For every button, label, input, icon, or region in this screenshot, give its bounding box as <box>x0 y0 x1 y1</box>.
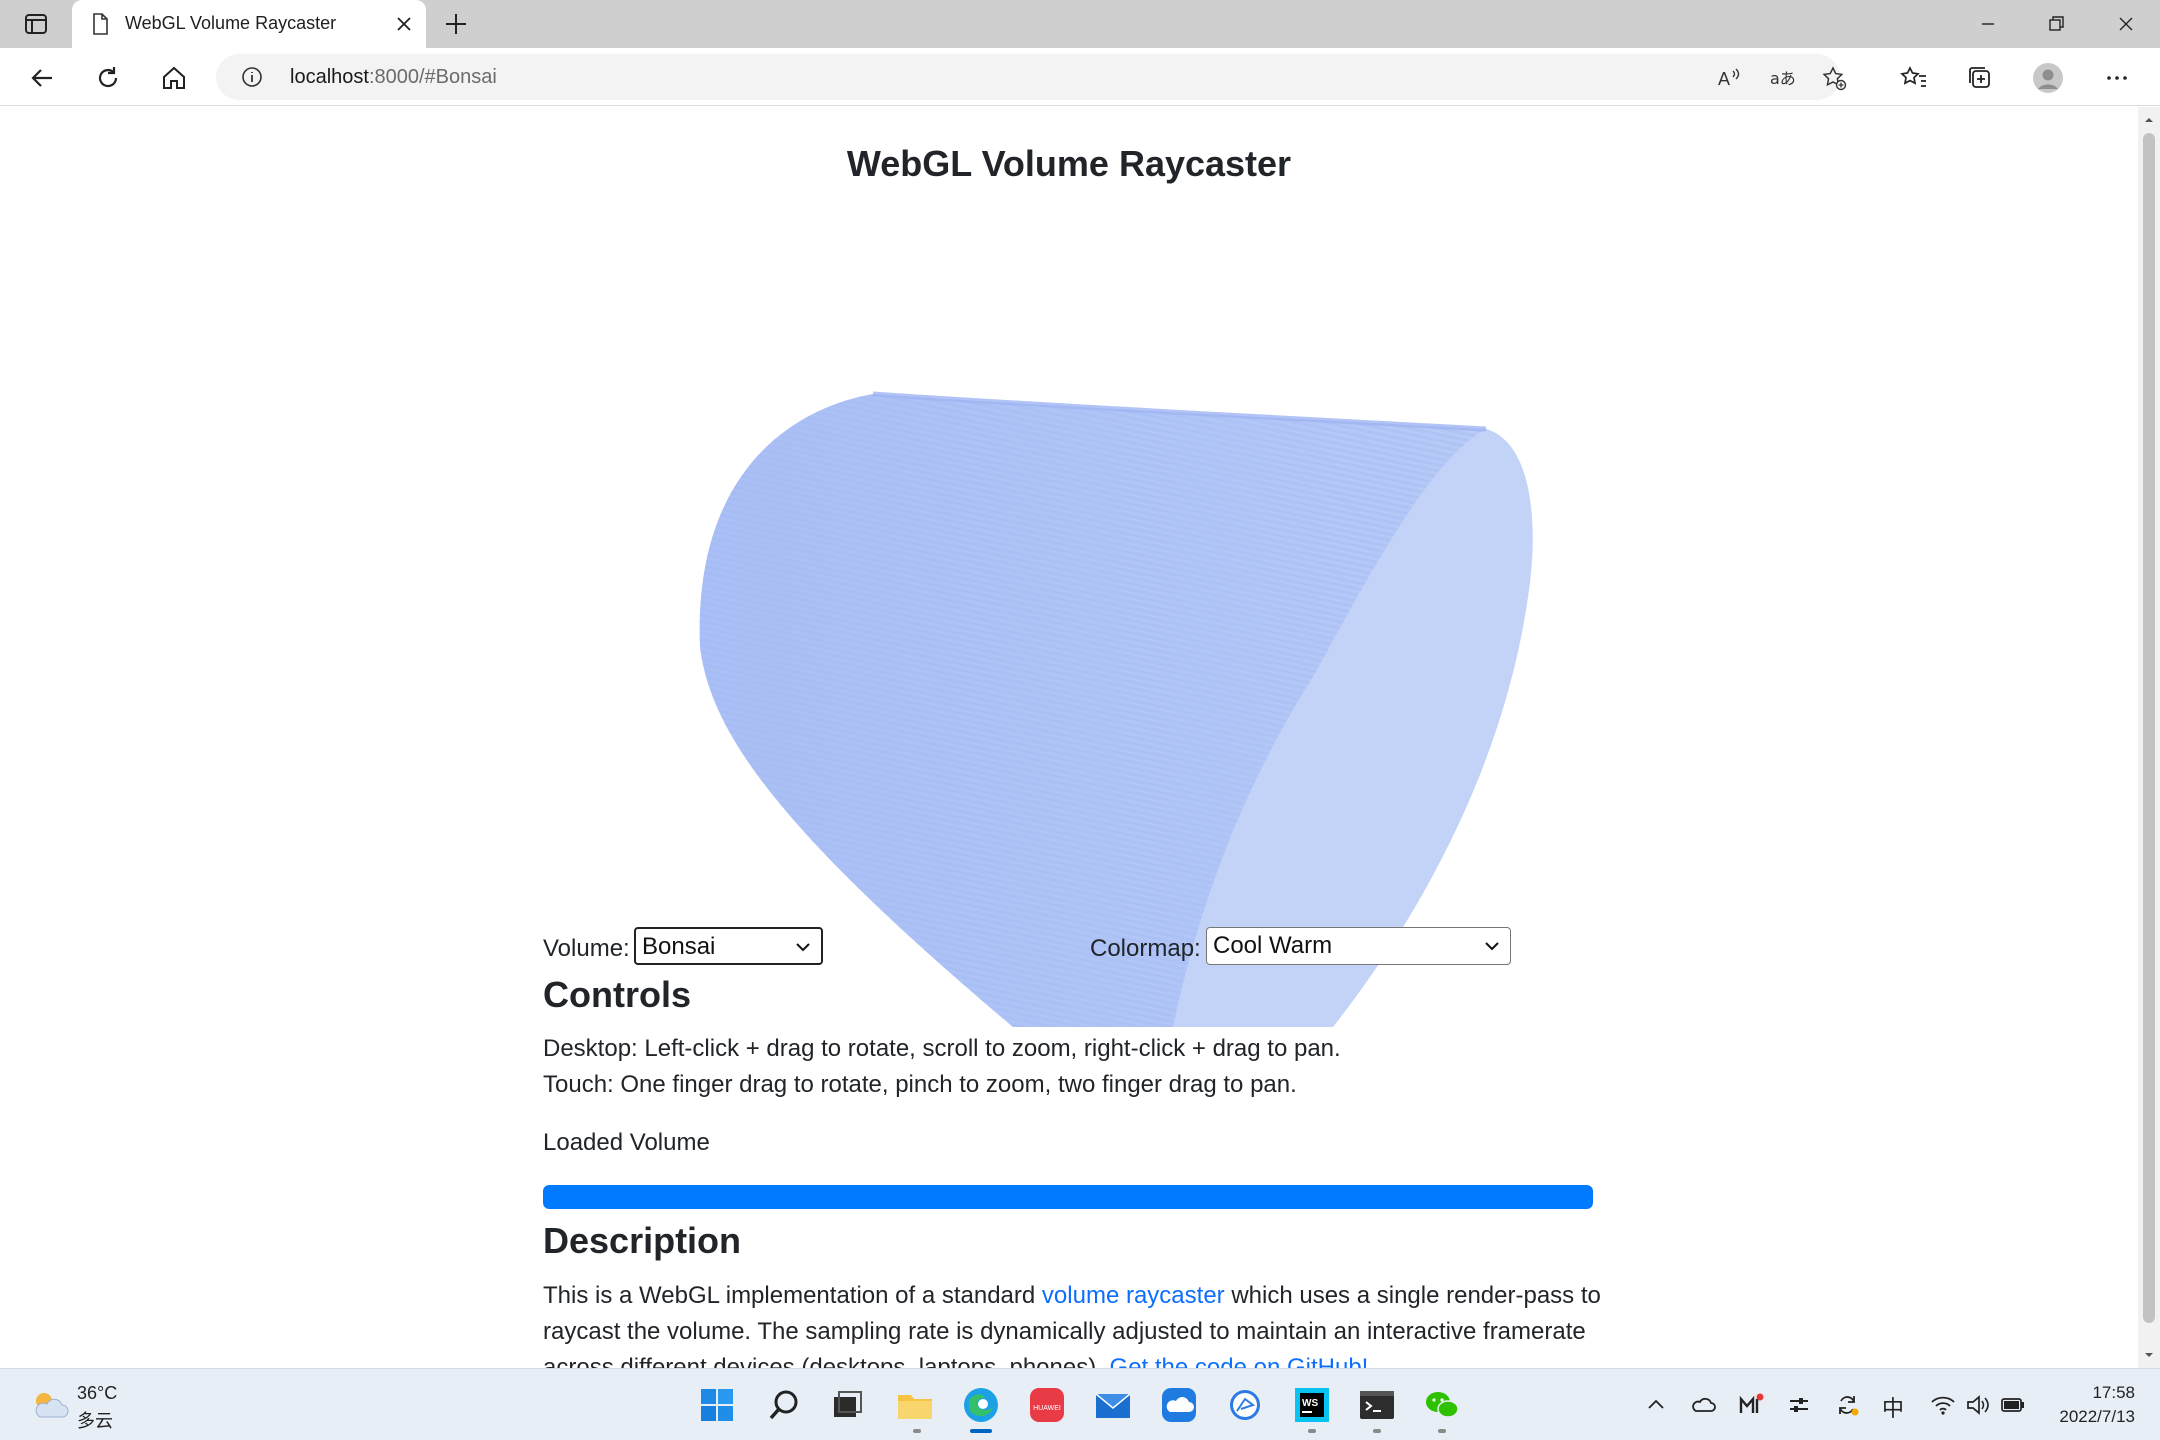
load-status-text: Loaded Volume <box>543 1129 710 1156</box>
onedrive-tray-icon[interactable] <box>1690 1391 1718 1419</box>
description-heading: Description <box>543 1220 742 1261</box>
weather-partly-cloudy-icon[interactable] <box>30 1389 70 1421</box>
github-link[interactable]: Get the code on GitHub! <box>1110 1354 1369 1368</box>
favorites-icon[interactable] <box>1898 62 1930 94</box>
page-title: WebGL Volume Raycaster <box>846 143 1292 184</box>
gmail-tray-icon[interactable] <box>1737 1391 1765 1419</box>
volume-select[interactable]: Bonsai <box>634 927 823 965</box>
huawei-appgallery-icon[interactable]: HUAWEI <box>1027 1385 1067 1425</box>
page-scrollbar[interactable] <box>2138 107 2160 1368</box>
page-icon <box>93 13 108 35</box>
wifi-icon[interactable] <box>1929 1391 1957 1419</box>
read-aloud-icon[interactable]: A <box>1716 65 1742 91</box>
volume-raycaster-link[interactable]: volume raycaster <box>1042 1282 1225 1309</box>
description-text: This is a WebGL implementation of a stan… <box>543 1278 1603 1368</box>
terminal-icon[interactable] <box>1357 1385 1397 1425</box>
address-bar[interactable]: localhost:8000/#Bonsai A aあ <box>216 54 1847 100</box>
close-window-icon[interactable] <box>2112 10 2140 38</box>
clock-time[interactable]: 17:58 <box>2085 1383 2135 1403</box>
edge-browser-icon[interactable] <box>961 1385 1001 1425</box>
webstorm-icon[interactable]: WS <box>1292 1385 1332 1425</box>
windows-taskbar: 36°C 多云 HUAWEI WS 中 17:58 2022/7/13 <box>0 1368 2160 1440</box>
scroll-up-icon[interactable] <box>2144 115 2154 125</box>
colormap-select[interactable]: Cool Warm <box>1206 927 1511 965</box>
weather-description[interactable]: 多云 <box>77 1407 113 1433</box>
running-indicator <box>1373 1429 1381 1433</box>
site-info-icon[interactable] <box>240 65 264 89</box>
running-indicator <box>913 1429 921 1433</box>
translate-icon[interactable]: aあ <box>1769 65 1795 91</box>
chevron-down-icon <box>1485 942 1499 951</box>
controls-desktop-text: Desktop: Left-click + drag to rotate, sc… <box>543 1035 1341 1062</box>
network-app-icon[interactable] <box>1225 1385 1265 1425</box>
battery-icon[interactable] <box>1999 1391 2027 1419</box>
chevron-down-icon <box>796 943 810 952</box>
active-app-indicator <box>970 1429 992 1433</box>
svg-text:WS: WS <box>1302 1398 1318 1409</box>
svg-text:A: A <box>1718 69 1730 89</box>
input-method-indicator[interactable]: 中 <box>1882 1391 1910 1422</box>
tab-actions-icon[interactable] <box>22 10 50 38</box>
weather-temperature[interactable]: 36°C <box>77 1383 117 1404</box>
load-progress-fill <box>543 1185 1593 1209</box>
search-icon[interactable] <box>764 1385 804 1425</box>
profile-avatar[interactable] <box>2032 62 2064 94</box>
volume-label: Volume: <box>543 935 630 962</box>
web-page: WebGL Volume Raycaster Volume: Bonsai Co… <box>0 107 2138 1368</box>
onedrive-icon[interactable] <box>1159 1385 1199 1425</box>
start-menu-icon[interactable] <box>697 1385 737 1425</box>
back-icon[interactable] <box>26 62 58 94</box>
scroll-down-icon[interactable] <box>2144 1350 2154 1360</box>
restore-icon[interactable] <box>2042 10 2070 38</box>
more-menu-icon[interactable] <box>2101 62 2133 94</box>
load-progress-bar <box>543 1185 1593 1209</box>
browser-tab[interactable]: WebGL Volume Raycaster <box>72 0 426 48</box>
show-hidden-icons-icon[interactable] <box>1642 1391 1670 1419</box>
controls-heading: Controls <box>543 974 691 1015</box>
wechat-icon[interactable] <box>1422 1385 1462 1425</box>
file-explorer-icon[interactable] <box>895 1385 935 1425</box>
controls-touch-text: Touch: One finger drag to rotate, pinch … <box>543 1071 1297 1098</box>
colormap-select-value: Cool Warm <box>1213 932 1333 959</box>
svg-text:aあ: aあ <box>1770 69 1795 88</box>
add-favorite-icon[interactable] <box>1821 65 1847 91</box>
refresh-icon[interactable] <box>92 62 124 94</box>
scrollbar-thumb[interactable] <box>2143 133 2155 1323</box>
home-icon[interactable] <box>158 62 190 94</box>
new-tab-icon[interactable] <box>442 10 470 38</box>
settings-sliders-icon[interactable] <box>1785 1391 1813 1419</box>
task-view-icon[interactable] <box>826 1385 866 1425</box>
volume-icon[interactable] <box>1964 1391 1992 1419</box>
browser-toolbar: localhost:8000/#Bonsai A aあ <box>0 48 2160 106</box>
url-text: localhost:8000/#Bonsai <box>290 66 497 88</box>
close-tab-icon[interactable] <box>392 12 416 36</box>
tab-title: WebGL Volume Raycaster <box>125 13 337 33</box>
browser-tab-bar: WebGL Volume Raycaster <box>0 0 2160 48</box>
colormap-label: Colormap: <box>1090 935 1201 962</box>
minimize-icon[interactable] <box>1974 10 2002 38</box>
collections-icon[interactable] <box>1964 62 1996 94</box>
mail-icon[interactable] <box>1093 1385 1133 1425</box>
running-indicator <box>1438 1429 1446 1433</box>
volume-render-canvas[interactable] <box>543 267 1593 1027</box>
svg-text:HUAWEI: HUAWEI <box>1033 1405 1061 1412</box>
sync-icon[interactable] <box>1833 1391 1861 1419</box>
volume-colormap-controls: Volume: Bonsai Colormap: Cool Warm <box>543 925 1593 969</box>
running-indicator <box>1308 1429 1316 1433</box>
volume-select-value: Bonsai <box>642 933 716 960</box>
clock-date[interactable]: 2022/7/13 <box>2040 1407 2135 1427</box>
